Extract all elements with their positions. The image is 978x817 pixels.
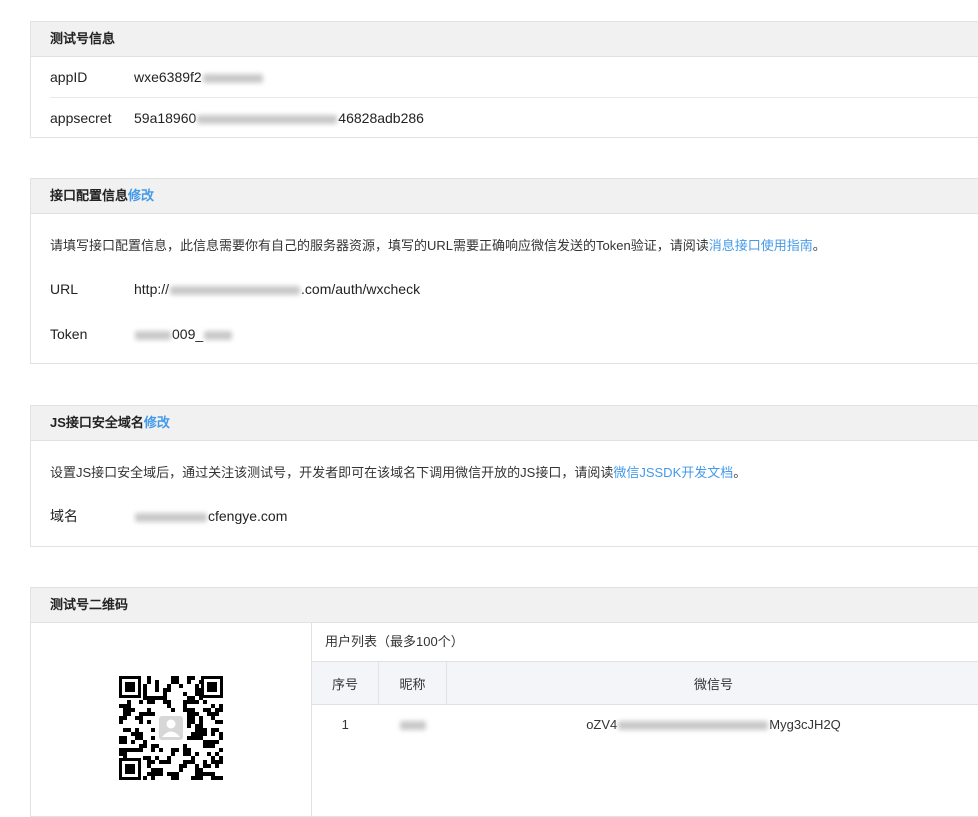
test-account-title: 测试号信息 (31, 22, 978, 57)
row-nickname (379, 705, 447, 744)
col-index: 序号 (312, 662, 379, 705)
token-row: Token 009_ (50, 314, 978, 354)
interface-config-panel: 接口配置信息修改 请填写接口配置信息，此信息需要你有自己的服务器资源，填写的UR… (30, 178, 978, 364)
interface-config-desc: 请填写接口配置信息，此信息需要你有自己的服务器资源，填写的URL需要正确响应微信… (50, 235, 826, 254)
user-list-area: 用户列表（最多100个） 序号 昵称 微信号 1 oZV4Myg3cJH2Q (312, 623, 978, 816)
domain-value: cfengye.com (134, 496, 287, 536)
user-list-title: 用户列表（最多100个） (325, 623, 464, 661)
url-label: URL (50, 269, 134, 309)
js-domain-header: JS接口安全域名修改 (31, 406, 978, 441)
qrcode-panel: 测试号二维码 用户列表（最多100个） (30, 587, 978, 817)
col-wechat-id: 微信号 (447, 662, 978, 705)
url-value: http://.com/auth/wxcheck (134, 269, 420, 309)
appid-value: wxe6389f2 (134, 57, 264, 97)
js-domain-panel: JS接口安全域名修改 设置JS接口安全域后，通过关注该测试号，开发者即可在该域名… (30, 405, 978, 547)
table-row: 1 oZV4Myg3cJH2Q (312, 705, 978, 744)
appid-label: appID (50, 57, 134, 97)
appid-row: appID wxe6389f2 (50, 57, 978, 98)
qrcode-image (119, 676, 223, 780)
qrcode-area (31, 623, 312, 816)
appsecret-value: 59a1896046828adb286 (134, 98, 424, 138)
interface-config-edit-link[interactable]: 修改 (128, 188, 154, 203)
domain-label: 域名 (50, 496, 134, 536)
message-guide-link[interactable]: 消息接口使用指南 (709, 238, 813, 253)
appsecret-label: appsecret (50, 98, 134, 138)
domain-row: 域名 cfengye.com (50, 496, 978, 536)
jssdk-doc-link[interactable]: 微信JSSDK开发文档 (613, 465, 733, 480)
interface-config-header: 接口配置信息修改 (31, 179, 978, 214)
user-table: 序号 昵称 微信号 1 oZV4Myg3cJH2Q (312, 661, 978, 743)
row-wechat-id: oZV4Myg3cJH2Q (447, 705, 978, 744)
appsecret-row: appsecret 59a1896046828adb286 (50, 98, 978, 138)
js-domain-title: JS接口安全域名 (50, 415, 144, 430)
row-index: 1 (312, 705, 379, 744)
interface-config-title: 接口配置信息 (50, 188, 128, 203)
token-label: Token (50, 314, 134, 354)
col-nickname: 昵称 (379, 662, 447, 705)
js-domain-desc: 设置JS接口安全域后，通过关注该测试号，开发者即可在该域名下调用微信开放的JS接… (50, 462, 746, 481)
url-row: URL http://.com/auth/wxcheck (50, 269, 978, 309)
user-table-header: 序号 昵称 微信号 (312, 662, 978, 705)
js-domain-edit-link[interactable]: 修改 (144, 415, 170, 430)
test-account-panel: 测试号信息 appID wxe6389f2 appsecret 59a18960… (30, 21, 978, 138)
token-value: 009_ (134, 314, 233, 354)
qrcode-title: 测试号二维码 (31, 588, 978, 623)
